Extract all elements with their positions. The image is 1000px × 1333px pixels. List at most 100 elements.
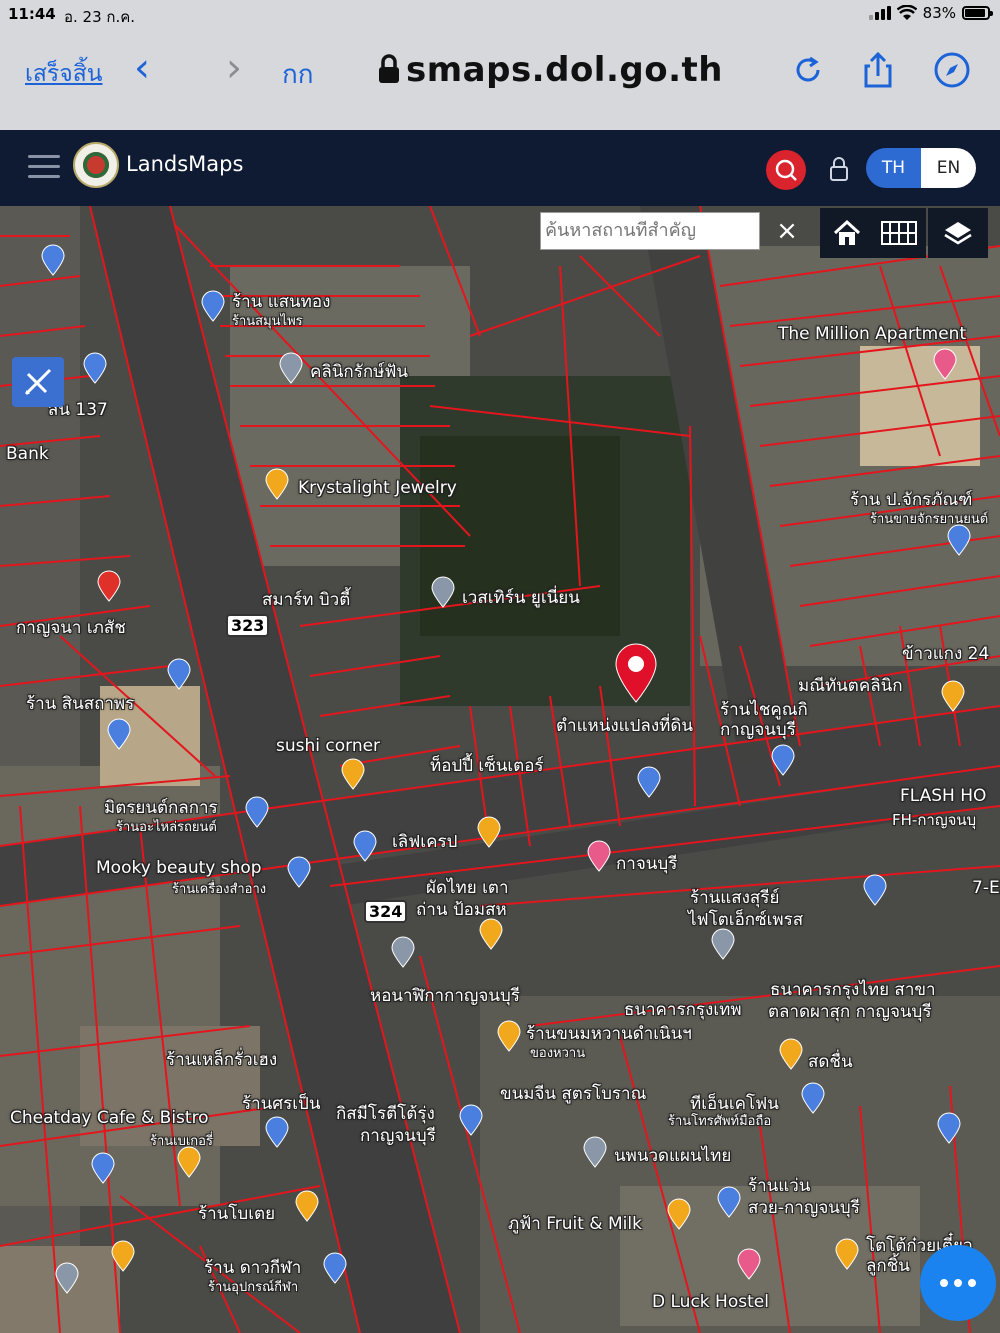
poi-label[interactable]: หอนาฬิกากาญจนบุรี: [370, 982, 520, 1009]
poi-sublabel: สวย-กาญจนบุรี: [748, 1198, 860, 1218]
poi-label[interactable]: สดชื่น: [808, 1048, 853, 1075]
poi-label[interactable]: มณีทันตคลินิก: [798, 672, 903, 699]
restaurant-pin-icon[interactable]: [496, 1020, 522, 1052]
poi-label[interactable]: คลินิกรักษ์ฟัน: [310, 358, 408, 385]
shopping-pin-icon[interactable]: [770, 744, 796, 776]
shopping-pin-icon[interactable]: [946, 524, 972, 556]
location-pin-icon[interactable]: [582, 1136, 608, 1168]
shopping-pin-icon[interactable]: [90, 1152, 116, 1184]
shopping-pin-icon[interactable]: [352, 830, 378, 862]
lang-th-button[interactable]: TH: [866, 148, 921, 188]
poi-label[interactable]: Bank: [6, 444, 49, 464]
poi-label[interactable]: เลิฟเครป: [392, 828, 457, 855]
selected-parcel-pin-icon[interactable]: [612, 642, 660, 704]
restaurant-pin-icon[interactable]: [176, 1146, 202, 1178]
poi-label[interactable]: sushi corner: [276, 736, 380, 756]
restaurant-pin-icon[interactable]: [294, 1190, 320, 1222]
poi-label[interactable]: นพนวดแผนไทย: [614, 1142, 731, 1169]
poi-label[interactable]: Cheatday Cafe & Bistro: [10, 1108, 209, 1128]
poi-label[interactable]: ท็อปปี้ เซ็นเตอร์: [430, 752, 544, 779]
poi-sublabel: ร้านอุปกรณ์กีฬา: [208, 1280, 299, 1295]
restaurant-pin-icon[interactable]: [478, 918, 504, 950]
location-pin-icon[interactable]: [390, 936, 416, 968]
hotel-pin-icon[interactable]: [586, 840, 612, 872]
search-icon[interactable]: [766, 150, 806, 190]
poi-label[interactable]: กาญจนา เภสัช: [16, 614, 126, 641]
location-pin-icon[interactable]: [710, 928, 736, 960]
lock-icon: [379, 54, 399, 83]
location-pin-icon[interactable]: [82, 352, 108, 384]
shopping-pin-icon[interactable]: [322, 1252, 348, 1284]
restaurant-pin-icon[interactable]: [834, 1238, 860, 1270]
shopping-cart-pin-icon[interactable]: [264, 1116, 290, 1148]
login-lock-icon[interactable]: [828, 156, 850, 182]
poi-label[interactable]: ขนมจีน สูตรโบราณ: [500, 1080, 646, 1107]
shopping-pin-icon[interactable]: [106, 718, 132, 750]
battery-percent: 83%: [922, 4, 956, 22]
poi-label[interactable]: ร้าน สินสถาพร: [26, 690, 134, 717]
restaurant-pin-icon[interactable]: [96, 570, 122, 602]
back-icon[interactable]: ‹: [134, 48, 150, 88]
poi-label[interactable]: Krystalight Jewelry: [298, 478, 457, 498]
poi-label[interactable]: กาจนบุรี: [616, 850, 677, 877]
share-icon[interactable]: [858, 50, 898, 90]
jewelry-pin-icon[interactable]: [264, 468, 290, 500]
shopping-pin-icon[interactable]: [244, 796, 270, 828]
shopping-pin-icon[interactable]: [716, 1186, 742, 1218]
layers-button[interactable]: [928, 208, 988, 258]
poi-label[interactable]: ภูฟ้า Fruit & Milk: [508, 1210, 642, 1237]
location-pin-icon[interactable]: [430, 576, 456, 608]
poi-label[interactable]: D Luck Hostel: [652, 1292, 769, 1312]
shopping-pin-icon[interactable]: [936, 1112, 962, 1144]
landmark-search-field[interactable]: [540, 212, 760, 250]
compass-icon[interactable]: [932, 50, 972, 90]
text-size-button[interactable]: กก: [282, 54, 313, 95]
poi-label[interactable]: ธนาคารกรุงเทพ: [624, 996, 742, 1023]
lang-en-button[interactable]: EN: [921, 148, 976, 188]
poi-label[interactable]: The Million Apartment: [778, 324, 966, 344]
hotel-pin-icon[interactable]: [736, 1248, 762, 1280]
poi-label[interactable]: FLASH HO: [900, 786, 986, 806]
clear-search-button[interactable]: ×: [772, 214, 802, 248]
restaurant-pin-icon[interactable]: [476, 816, 502, 848]
poi-label[interactable]: ร้านศรเป็น: [242, 1090, 320, 1117]
poi-label[interactable]: 7-El: [972, 878, 1000, 898]
shopping-pin-icon[interactable]: [166, 658, 192, 690]
hotel-pin-icon[interactable]: [932, 348, 958, 380]
poi-sublabel: กาญจนบุรี: [360, 1126, 436, 1146]
shopping-pin-icon[interactable]: [40, 244, 66, 276]
more-options-button[interactable]: [920, 1245, 996, 1321]
restaurant-pin-icon[interactable]: [940, 680, 966, 712]
shopping-pin-icon[interactable]: [636, 766, 662, 798]
url-field[interactable]: smaps.dol.go.th: [406, 50, 723, 90]
location-pin-icon[interactable]: [278, 352, 304, 384]
forward-icon[interactable]: ›: [226, 48, 242, 88]
grid-button[interactable]: [872, 208, 926, 258]
poi-label[interactable]: ร้านเหล็กรั่วเฮง: [166, 1046, 277, 1073]
poi-label[interactable]: ข้าวแกง 24: [902, 640, 989, 667]
done-button[interactable]: เสร็จสิ้น: [25, 56, 103, 92]
shopping-pin-icon[interactable]: [862, 874, 888, 906]
poi-label[interactable]: Mooky beauty shop: [96, 858, 262, 878]
reload-icon[interactable]: [788, 50, 828, 90]
landmark-search-input[interactable]: [545, 220, 755, 241]
location-pin-icon[interactable]: [54, 1262, 80, 1294]
poi-label[interactable]: ร้านไชคูณกิ กาญจนบุรี: [720, 700, 830, 740]
home-icon: [833, 219, 861, 245]
measure-tool-button[interactable]: [12, 357, 64, 407]
restaurant-pin-icon[interactable]: [778, 1038, 804, 1070]
restaurant-pin-icon[interactable]: [340, 758, 366, 790]
poi-label[interactable]: เวสเทิร์น ยูเนี่ยน: [462, 584, 580, 611]
shopping-pin-icon[interactable]: [286, 856, 312, 888]
shopping-pin-icon[interactable]: [200, 290, 226, 322]
language-toggle[interactable]: TH EN: [866, 148, 976, 188]
cafe-pin-icon[interactable]: [666, 1198, 692, 1230]
shopping-pin-icon[interactable]: [800, 1082, 826, 1114]
poi-label[interactable]: สมาร์ท บิวตี้: [262, 586, 350, 613]
restaurant-pin-icon[interactable]: [110, 1240, 136, 1272]
poi-label[interactable]: ร้านโบเตย: [198, 1200, 275, 1227]
hamburger-menu-icon[interactable]: [28, 155, 60, 179]
shopping-pin-icon[interactable]: [458, 1104, 484, 1136]
map-view[interactable]: ตำแหน่งแปลงที่ดิน 323 324 ร้าน แสนทอง ร้…: [0, 206, 1000, 1333]
home-button[interactable]: [820, 208, 874, 258]
